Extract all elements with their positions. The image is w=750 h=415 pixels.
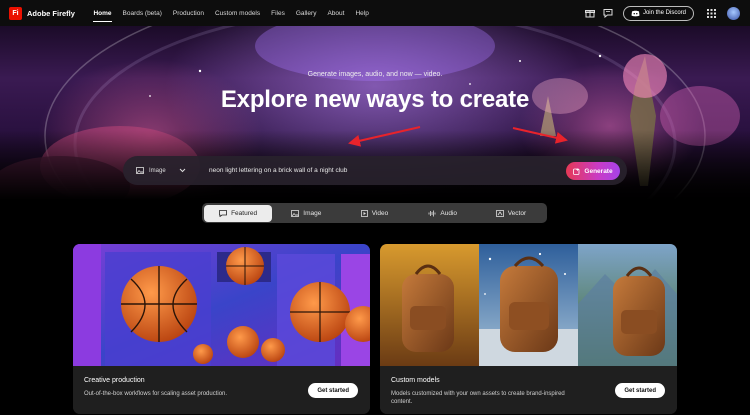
audio-icon	[428, 210, 436, 216]
card-image-backpacks	[380, 244, 677, 366]
tab-vector[interactable]: Vector	[477, 205, 545, 222]
card-custom-models[interactable]: Custom models Models customized with you…	[380, 244, 677, 414]
prompt-input[interactable]	[209, 162, 459, 179]
chevron-down-icon	[179, 168, 186, 173]
avatar[interactable]	[727, 6, 740, 20]
tab-featured[interactable]: Featured	[204, 204, 273, 222]
nav-link-about[interactable]: About	[322, 0, 350, 26]
brand-name: Adobe Firefly	[27, 8, 75, 18]
card-description: Models customized with your own assets t…	[391, 391, 565, 405]
prompt-bar: Image Generate	[123, 156, 627, 185]
top-nav: Fi Adobe Firefly Home Boards (beta) Prod…	[0, 0, 750, 26]
card-body: Custom models Models customized with you…	[380, 366, 677, 414]
join-discord-button[interactable]: Join the Discord	[622, 5, 694, 21]
image-icon	[136, 167, 144, 174]
tab-featured-label: Featured	[231, 209, 258, 217]
category-tabs: Featured Image Video Audio Vector	[202, 203, 547, 223]
card-creative-production[interactable]: Creative production Out-of-the-box workf…	[73, 244, 370, 414]
nav-link-boards[interactable]: Boards (beta)	[117, 0, 167, 26]
nav-link-files[interactable]: Files	[266, 0, 291, 26]
hero-banner: Generate images, audio, and now — video.…	[0, 26, 750, 200]
tab-image[interactable]: Image	[272, 205, 340, 222]
tab-video-label: Video	[371, 209, 389, 217]
hero-subtitle: Generate images, audio, and now — video.	[307, 71, 443, 78]
tab-image-label: Image	[303, 209, 322, 217]
content-type-select[interactable]: Image	[136, 162, 204, 180]
tab-audio-label: Audio	[440, 209, 458, 217]
nav-link-custom-models[interactable]: Custom models	[209, 0, 265, 26]
nav-link-home[interactable]: Home	[88, 0, 117, 26]
video-icon	[360, 209, 368, 217]
nav-link-gallery[interactable]: Gallery	[290, 0, 322, 26]
nav-link-help[interactable]: Help	[350, 0, 374, 26]
card-body: Creative production Out-of-the-box workf…	[73, 366, 370, 414]
nav-links: Home Boards (beta) Production Custom mod…	[88, 0, 374, 26]
card-title: Custom models	[391, 377, 440, 384]
image-icon	[291, 209, 300, 217]
tab-video[interactable]: Video	[340, 205, 408, 222]
get-started-button-creative-production[interactable]: Get started	[308, 383, 358, 398]
card-image-basketballs	[73, 244, 370, 366]
nav-right: Join the Discord	[579, 0, 740, 26]
tab-audio[interactable]: Audio	[409, 205, 477, 222]
generate-icon	[573, 167, 580, 175]
discord-icon	[631, 10, 640, 16]
brand[interactable]: Fi Adobe Firefly	[9, 6, 75, 20]
vector-icon	[495, 209, 504, 217]
card-title: Creative production	[84, 377, 145, 384]
discord-label: Join the Discord	[642, 10, 686, 16]
content-type-label: Image	[149, 167, 166, 174]
chat-icon[interactable]	[601, 6, 615, 20]
gift-icon[interactable]	[583, 6, 597, 20]
featured-icon	[219, 209, 227, 217]
apps-grid-icon[interactable]	[704, 6, 718, 20]
nav-link-production[interactable]: Production	[167, 0, 209, 26]
firefly-logo: Fi	[9, 6, 22, 20]
generate-button[interactable]: Generate	[566, 162, 620, 180]
generate-label: Generate	[584, 167, 613, 175]
card-description: Out-of-the-box workflows for scaling ass…	[84, 391, 228, 397]
get-started-button-custom-models[interactable]: Get started	[615, 383, 665, 398]
tab-vector-label: Vector	[507, 209, 527, 217]
hero-title: Explore new ways to create	[220, 86, 530, 113]
